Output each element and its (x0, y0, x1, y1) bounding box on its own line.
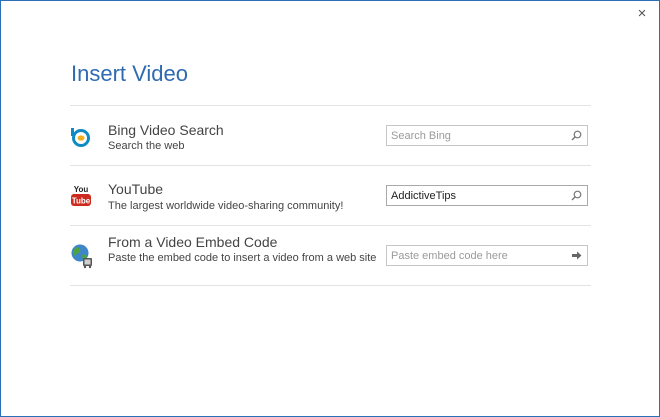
bing-icon (70, 126, 92, 148)
svg-text:Tube: Tube (72, 197, 91, 206)
bing-search-input[interactable] (391, 128, 566, 143)
insert-video-dialog: × Insert Video Bing Video Search Search … (0, 0, 660, 417)
search-icon[interactable] (569, 188, 584, 203)
svg-text:You: You (74, 185, 89, 194)
source-description: Paste the embed code to insert a video f… (108, 252, 377, 264)
dialog-title: Insert Video (71, 61, 189, 86)
source-name: From a Video Embed Code (108, 234, 278, 250)
source-name: YouTube (108, 181, 164, 197)
bing-search-field[interactable] (386, 125, 588, 146)
embed-code-input[interactable] (391, 248, 566, 263)
embed-code-field[interactable] (386, 245, 588, 266)
close-button[interactable]: × (635, 6, 649, 21)
source-row-youtube: You Tube YouTube The largest worldwide v… (70, 165, 591, 225)
source-description: Search the web (108, 140, 185, 152)
youtube-search-input[interactable] (391, 188, 566, 203)
source-name: Bing Video Search (108, 122, 224, 138)
source-row-embed-code: From a Video Embed Code Paste the embed … (70, 225, 591, 285)
divider (70, 285, 591, 286)
source-row-bing: Bing Video Search Search the web (70, 105, 591, 165)
youtube-search-field[interactable] (386, 185, 588, 206)
search-icon[interactable] (569, 128, 584, 143)
arrow-right-icon[interactable] (569, 248, 584, 263)
source-description: The largest worldwide video-sharing comm… (108, 200, 344, 212)
globe-embed-icon (70, 243, 94, 269)
youtube-icon: You Tube (70, 183, 92, 209)
